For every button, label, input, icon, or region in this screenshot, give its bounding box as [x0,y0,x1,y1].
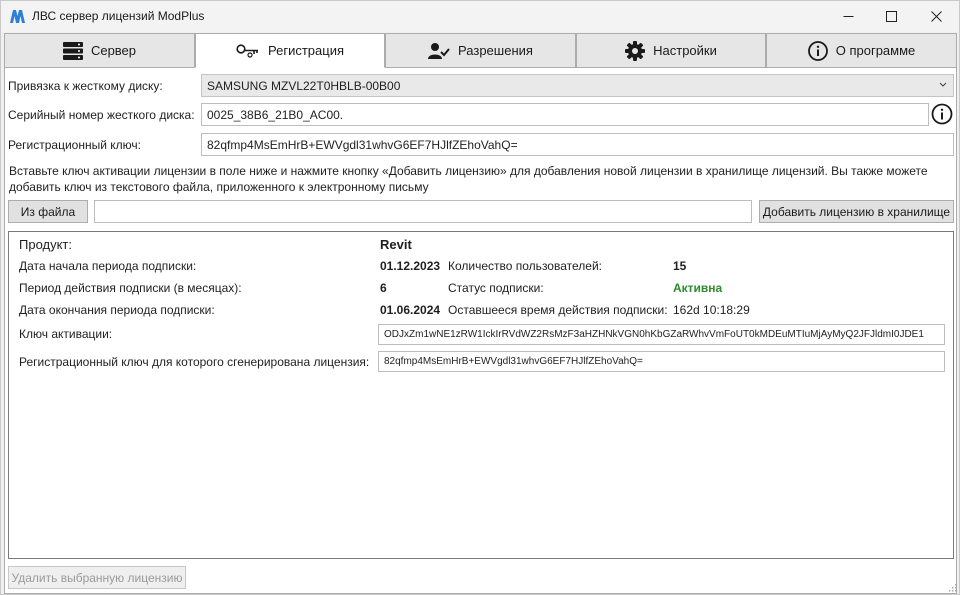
minimize-icon [843,16,853,17]
tab-permissions-label: Разрешения [458,43,533,58]
status-label: Статус подписки: [448,281,544,295]
tab-server[interactable]: Сервер [4,33,195,68]
tab-registration[interactable]: Регистрация [195,33,385,68]
maximize-icon [885,11,897,22]
product-value: Revit [380,237,412,252]
server-icon [62,41,83,60]
tab-about-label: О программе [835,43,916,58]
tab-permissions[interactable]: Разрешения [385,33,576,68]
product-label: Продукт: [19,237,73,252]
tab-about[interactable]: О программе [766,33,957,68]
close-button[interactable] [913,1,959,32]
window-title: ЛВС сервер лицензий ModPlus [32,9,205,23]
remaining-time-label: Оставшееся время действия подписки: [448,303,668,317]
serial-value: 0025_38B6_21B0_AC00. [207,107,344,122]
info-icon [807,40,828,61]
serial-label: Серийный номер жесткого диска: [8,108,195,122]
from-file-button[interactable]: Из файла [8,200,88,223]
activation-key-field[interactable]: ODJxZm1wNE1zRW1IckIrRVdWZ2RsMzF3aHZHNkVG… [378,324,945,345]
period-value: 6 [380,281,387,295]
remaining-time-value: 162d 10:18:29 [673,303,750,317]
tab-settings-label: Настройки [653,43,717,58]
activation-key-field-value: ODJxZm1wNE1zRW1IckIrRVdWZ2RsMzF3aHZHNkVG… [384,329,924,340]
tab-settings[interactable]: Настройки [576,33,766,68]
status-value: Активна [673,281,723,295]
disk-binding-select[interactable]: SAMSUNG MZVL22T0HBLB-00B00 [201,74,954,97]
app-window: ЛВС сервер лицензий ModPlus Сервер Регис… [0,0,960,595]
start-date-label: Дата начала периода подписки: [19,259,197,273]
delete-license-button[interactable]: Удалить выбранную лицензию [8,566,186,589]
users-count-value: 15 [673,259,687,273]
minimize-button[interactable] [825,1,871,32]
end-date-label: Дата окончания периода подписки: [19,303,215,317]
tab-server-label: Сервер [90,43,137,58]
tab-bar: Сервер Регистрация Разрешения Настройки … [4,33,957,68]
activation-key-input[interactable] [94,200,752,223]
tab-registration-label: Регистрация [268,43,344,58]
close-icon [930,11,942,22]
disk-binding-value: SAMSUNG MZVL22T0HBLB-00B00 [207,78,401,93]
disk-binding-label: Привязка к жесткому диску: [8,79,163,93]
start-date-value: 01.12.2023 [380,259,441,273]
serial-field[interactable]: 0025_38B6_21B0_AC00. [201,103,929,126]
maximize-button[interactable] [868,1,914,32]
gear-icon [625,40,646,61]
add-license-button[interactable]: Добавить лицензию в хранилище [759,200,954,223]
title-bar: ЛВС сервер лицензий ModPlus [1,1,959,32]
chevron-down-icon [939,82,947,87]
activation-key-label: Ключ активации: [19,327,113,341]
serial-info-icon[interactable] [931,103,953,125]
regkey-value: 82qfmp4MsEmHrB+EWVgdl31whvG6EF7HJlfZEhoV… [207,137,518,152]
app-logo-icon [10,10,25,23]
regkey-field[interactable]: 82qfmp4MsEmHrB+EWVgdl31whvG6EF7HJlfZEhoV… [201,133,954,156]
generated-for-label: Регистрационный ключ для которого сгенер… [19,355,370,369]
end-date-value: 01.06.2024 [380,303,441,317]
generated-for-field[interactable]: 82qfmp4MsEmHrB+EWVgdl31whvG6EF7HJlfZEhoV… [378,351,945,372]
generated-for-field-value: 82qfmp4MsEmHrB+EWVgdl31whvG6EF7HJlfZEhoV… [384,356,643,367]
resize-grip-icon[interactable] [947,582,957,592]
period-label: Период действия подписки (в месяцах): [19,281,242,295]
user-check-icon [428,42,450,59]
regkey-label: Регистрационный ключ: [8,138,141,152]
activation-hint: Вставьте ключ активации лицензии в поле … [9,164,928,194]
key-icon [236,43,258,58]
users-count-label: Количество пользователей: [448,259,602,273]
